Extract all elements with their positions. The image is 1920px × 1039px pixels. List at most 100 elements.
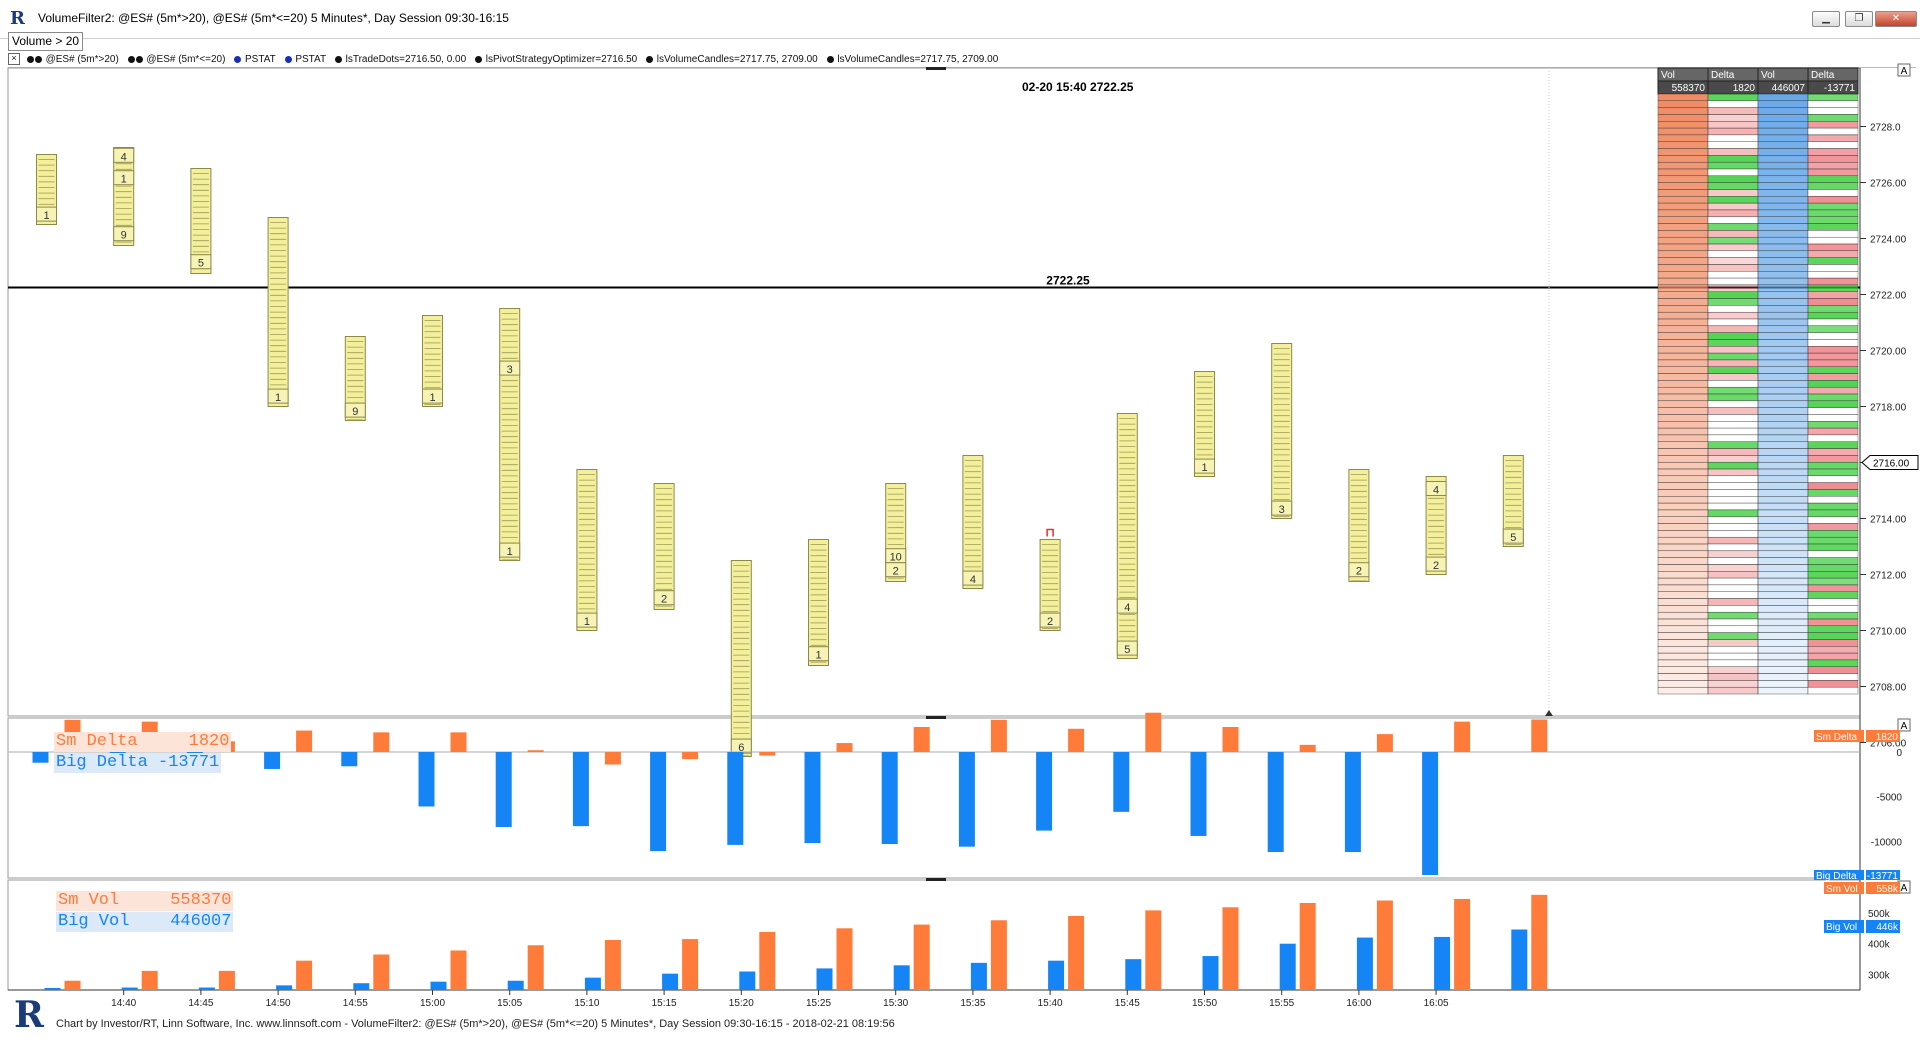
ladder-cell [1757,652,1809,661]
ladder-cell [1757,318,1809,327]
ladder-cell [1757,407,1809,415]
ladder-cell [1757,277,1809,286]
ladder-cell [1707,175,1759,183]
ladder-cell [1807,223,1859,231]
ladder-cell [1707,468,1759,477]
ladder-cell [1707,182,1759,190]
time-tick-label: 15:15 [652,998,677,1009]
ladder-cell [1807,250,1859,258]
ladder-cell [1807,93,1859,102]
ladder-cell [1657,346,1709,354]
candle-label: 4 [1124,602,1130,614]
ladder-cell [1657,141,1709,149]
chart-area[interactable]: 2728.0 2726.00 2724.00 2722.00 2720.00 2718.0… [0,0,1920,1039]
autoscale-label: A [1901,66,1908,77]
sm-delta-bar [450,732,467,752]
candle-label: 4 [970,574,976,586]
ladder-cell [1707,148,1759,156]
ladder-cell [1807,427,1859,436]
ladder-cell [1807,305,1859,313]
ladder-cell [1807,352,1859,361]
time-tick-label: 14:55 [343,998,368,1009]
ladder-cell [1657,134,1709,142]
current-price-label: 2716.00 [1873,459,1910,470]
panel-splitter-handle [926,67,946,70]
ladder-cell [1807,591,1859,599]
ladder-cell [1807,271,1859,279]
sm-delta-legend: Sm Delta 1820 [54,732,232,752]
ladder-cell [1757,455,1809,463]
price-tick-label: 2708.00 [1870,683,1907,694]
ladder-cell [1707,373,1759,381]
big-volume-bar [507,980,524,990]
candle-label: 1 [429,392,435,404]
sm-vol-legend-name: Sm Vol [58,891,120,910]
big-volume-bar [1048,960,1065,990]
ladder-cell [1707,216,1759,224]
ladder-cell [1657,632,1709,640]
ladder-cell [1657,441,1709,449]
ladder-cell [1707,223,1759,231]
candle-label: 9 [352,406,358,418]
ladder-cell [1657,673,1709,681]
ladder-cell [1807,448,1859,456]
time-tick-label: 15:05 [497,998,522,1009]
ladder-cell [1757,352,1809,361]
ladder-cell [1707,584,1759,592]
big-vol-legend-name: Big Vol [58,912,130,931]
ladder-cell [1707,625,1759,633]
ladder-header: Vol [1661,70,1675,81]
ladder-cell [1757,543,1809,552]
ladder-cell [1657,605,1709,613]
big-delta-bar [1036,752,1053,831]
ladder-cell [1757,584,1809,592]
sm-delta-bar [1376,734,1393,752]
sm-delta-bar [373,732,390,752]
big-delta-bar [1113,752,1130,812]
linnsoft-logo-icon: R [14,994,44,1036]
ladder-cell [1707,393,1759,402]
ladder-cell [1657,618,1709,627]
ladder-cell [1707,236,1759,245]
volume-tick-label: 500k [1868,909,1891,920]
ladder-cell [1707,346,1759,354]
ladder-cell [1657,536,1709,545]
big-volume-bar [44,988,61,990]
ladder-cell [1757,502,1809,511]
time-tick-label: 15:55 [1269,998,1294,1009]
panel-splitter-handle [926,878,946,881]
ladder-cell [1657,564,1709,572]
ladder-cell [1757,461,1809,470]
ladder-cell [1757,298,1809,306]
candle-label: 1 [275,392,281,404]
sm-delta-value-label: 1820 [1876,732,1899,743]
ladder-cell [1807,496,1859,504]
footer-caption: Chart by Investor/RT, Linn Software, Inc… [56,1018,895,1030]
price-tick-label: 2724.00 [1870,235,1907,246]
ladder-cell [1657,189,1709,197]
big-delta-bar [1267,752,1284,853]
ladder-cell [1657,250,1709,258]
ladder-cell [1807,666,1859,674]
ladder-cell [1707,618,1759,627]
ladder-cell [1757,175,1809,183]
ladder-cell [1757,680,1809,688]
ladder-cell [1807,441,1859,449]
sm-volume-bar [836,928,853,990]
sm-delta-bar [604,752,621,765]
ladder-cell [1807,632,1859,640]
ladder-cell [1707,243,1759,252]
ladder-cell [1657,352,1709,361]
sm-delta-bar [682,752,699,760]
ladder-cell [1807,182,1859,190]
ladder-cell [1807,196,1859,204]
ladder-cell [1757,441,1809,449]
ladder-cell [1757,577,1809,586]
ladder-cell [1757,107,1809,115]
big-volume-bar [816,968,833,990]
ladder-cell [1657,127,1709,136]
ladder-cell [1707,686,1759,695]
ladder-cell [1757,366,1809,374]
ladder-cell [1807,598,1859,606]
ladder-cell [1707,448,1759,456]
